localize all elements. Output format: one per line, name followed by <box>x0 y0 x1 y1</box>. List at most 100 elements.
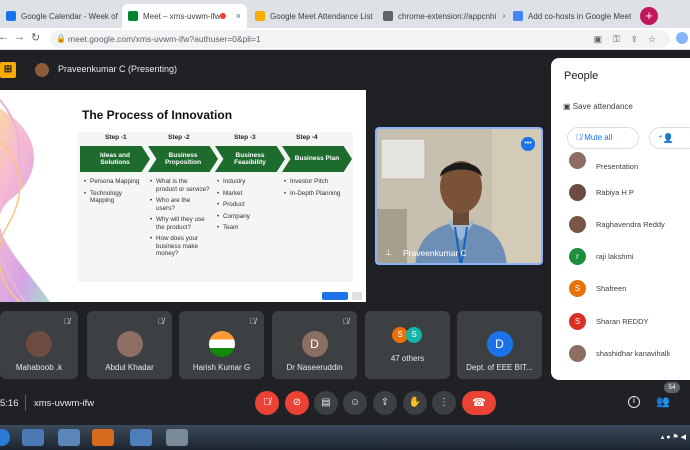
step-bullets: Persona Mapping Technology Mapping <box>84 178 142 209</box>
save-attendance-label: Save attendance <box>572 102 633 111</box>
tab-chrome-extension[interactable]: chrome-extension://appcnhi × <box>377 4 505 28</box>
os-taskbar: ▴ ● ⚑ ◀ <box>0 425 690 450</box>
step-chevron: Business Feasibility <box>215 146 285 172</box>
new-tab-button[interactable]: + <box>640 7 658 25</box>
start-button-icon[interactable] <box>0 429 10 446</box>
muted-mic-icon: 🎙̸ <box>343 317 349 326</box>
tab-meet[interactable]: Meet – xms-uvwm-ifw × <box>122 4 247 28</box>
bullet-item: Investor Pitch <box>284 178 346 186</box>
camera-toggle-button[interactable]: ⊘ <box>285 391 309 415</box>
captions-icon: ▤ <box>321 397 331 408</box>
tab-add-cohosts[interactable]: Add co-hosts in Google Meet × <box>507 4 637 28</box>
chrome-taskbar-icon[interactable] <box>58 429 80 446</box>
list-item[interactable]: S Sharan REDDY <box>551 311 690 333</box>
firefox-taskbar-icon[interactable] <box>92 429 114 446</box>
raise-hand-button[interactable]: ✋ <box>403 391 427 415</box>
bullet-item: Product <box>217 201 277 209</box>
google-favicon-icon <box>513 11 523 21</box>
tab-close-icon[interactable]: × <box>373 11 375 21</box>
address-bar[interactable]: 🔒 meet.google.com/xms-uvwm-ifw?authuser=… <box>50 30 670 48</box>
reload-icon[interactable]: ↻ <box>31 31 40 44</box>
more-options-button[interactable]: ⋮ <box>432 391 456 415</box>
tab-close-icon[interactable]: × <box>496 11 505 21</box>
tab-close-icon[interactable]: × <box>230 11 241 21</box>
add-people-button[interactable]: ⁺👤 <box>649 127 690 149</box>
forward-arrow-icon[interactable]: → <box>14 31 25 43</box>
bullet-item: Who are the users? <box>150 197 210 212</box>
recording-dot-icon <box>220 13 226 19</box>
tab-close-icon[interactable]: × <box>631 11 637 21</box>
participant-name: shashidhar kanavihalli <box>596 349 670 358</box>
pin-icon[interactable]: ⊥ <box>385 248 392 257</box>
muted-mic-icon: 🎙̸ <box>250 317 256 326</box>
avatar: S <box>406 327 422 343</box>
url-text: meet.google.com/xms-uvwm-ifw?authuser=0&… <box>68 34 261 44</box>
bullet-item: What is the product or service? <box>150 178 210 193</box>
participant-tile[interactable]: 🎙̸ Mahaboob .k <box>0 311 78 379</box>
browser-tab-strip: Google Calendar - Week of Fe × Meet – xm… <box>0 0 690 28</box>
app-taskbar-icon[interactable] <box>166 429 188 446</box>
back-arrow-icon[interactable]: ← <box>0 31 9 43</box>
list-item[interactable]: Rabiya H P <box>551 182 690 204</box>
save-attendance-button[interactable]: ▣ Save attendance <box>563 102 633 111</box>
camera-permission-icon[interactable]: ▣ <box>593 30 602 48</box>
captions-button[interactable]: ▤ <box>314 391 338 415</box>
chrome-taskbar-icon[interactable] <box>130 429 152 446</box>
list-item[interactable]: shashidhar kanavihalli <box>551 343 690 365</box>
share-icon[interactable]: ⇪ <box>630 30 638 48</box>
avatar <box>116 331 143 357</box>
add-person-icon: ⁺👤 <box>658 133 674 143</box>
avatar: r <box>569 248 586 265</box>
meeting-info-icon[interactable]: i <box>628 396 640 408</box>
presenter-avatar <box>35 63 49 77</box>
step-chevron: Business Plan <box>282 146 352 172</box>
step-label: Step -3 <box>234 134 256 141</box>
list-item[interactable]: Raghavendra Reddy <box>551 214 690 236</box>
participant-tile[interactable]: 🎙̸ D Dr Naseeruddin <box>272 311 357 379</box>
meeting-code: xms-uvwm-ifw <box>34 398 95 409</box>
bookmark-star-icon[interactable]: ☆ <box>648 30 656 48</box>
participant-tile[interactable]: 🎙̸ Abdul Khadar <box>87 311 172 379</box>
participant-tile[interactable]: 🎙̸ Harish Kumar G <box>179 311 264 379</box>
people-icon[interactable]: 👥 <box>656 395 670 408</box>
muted-mic-icon: 🎙̸ <box>158 317 164 326</box>
extension-favicon-icon <box>383 11 393 21</box>
leave-call-button[interactable]: ☎ <box>462 391 496 415</box>
people-panel-title: People <box>564 70 599 82</box>
avatar <box>569 216 586 233</box>
list-item[interactable]: r raji lakshmi <box>551 246 690 268</box>
browser-toolbar: ← → ↻ 🔒 meet.google.com/xms-uvwm-ifw?aut… <box>0 28 690 50</box>
presenter-video-frame <box>377 129 541 263</box>
participant-name: Sharan REDDY <box>596 317 649 326</box>
step-bullets: What is the product or service? Who are … <box>150 178 210 262</box>
profile-avatar[interactable] <box>676 32 688 44</box>
people-panel: People ▣ Save attendance 🎙̸ Mute all ⁺👤 … <box>551 58 690 380</box>
system-tray-icons[interactable]: ▴ ● ⚑ ◀ <box>661 433 686 441</box>
participant-name: Raghavendra Reddy <box>596 220 665 229</box>
participant-name: Dept. of EEE BIT... <box>466 363 533 372</box>
tab-attendance-list[interactable]: Google Meet Attendance List × <box>249 4 375 28</box>
avatar: D <box>486 331 513 357</box>
mute-all-button[interactable]: 🎙̸ Mute all <box>567 127 639 149</box>
bullet-item: Technology Mapping <box>84 190 142 205</box>
participant-name: Rabiya H P <box>596 188 634 197</box>
presenting-label: Praveenkumar C (Presenting) <box>58 64 178 74</box>
reactions-button[interactable]: ☺ <box>343 391 367 415</box>
step-label: Step -1 <box>105 134 127 141</box>
participant-tile[interactable]: D Dept. of EEE BIT... <box>457 311 542 379</box>
meet-control-bar: 5:16 xms-uvwm-ifw 🎙̸ ⊘ ▤ ☺ ⇪ ✋ ⋮ ☎ i 👥 5… <box>0 382 690 425</box>
video-participant-name: Praveenkumar C <box>403 248 467 258</box>
microphone-toggle-button[interactable]: 🎙̸ <box>255 391 279 415</box>
key-icon[interactable]: ⚿ <box>613 30 620 48</box>
tab-google-calendar[interactable]: Google Calendar - Week of Fe × <box>0 4 120 28</box>
bullet-item: Industry <box>217 178 277 186</box>
speaking-indicator-icon: ••• <box>521 137 535 151</box>
list-item[interactable]: Presentation <box>551 152 690 176</box>
participant-count-badge: 54 <box>664 382 680 393</box>
presenter-video-tile[interactable]: ••• ⊥ Praveenkumar C <box>375 127 543 265</box>
participant-tile-others[interactable]: S S 47 others <box>365 311 450 379</box>
explorer-taskbar-icon[interactable] <box>22 429 44 446</box>
list-item[interactable]: S Shafreen <box>551 278 690 300</box>
flag-avatar-icon <box>208 331 235 357</box>
present-now-button[interactable]: ⇪ <box>373 391 397 415</box>
